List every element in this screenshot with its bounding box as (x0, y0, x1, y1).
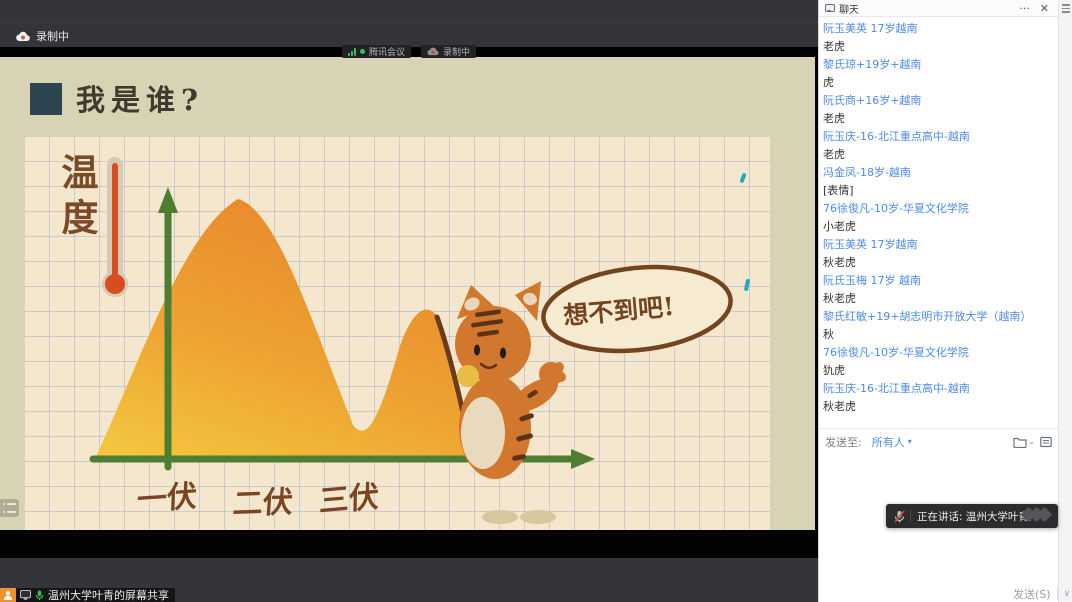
cloud-record-icon (16, 31, 30, 42)
chat-message-text: 秋 (823, 326, 1054, 344)
chat-message-text: 小老虎 (823, 218, 1054, 236)
chat-message: 阮玉美英 17岁越南 秋老虎 (823, 236, 1054, 272)
send-button-divider (1057, 588, 1058, 600)
mountain-shape (95, 199, 473, 459)
slide-title: 我是谁? (76, 77, 204, 119)
chat-message-text: 犰虎 (823, 362, 1054, 380)
chat-message-text: [表情] (823, 182, 1054, 200)
speaking-toast-text: 正在讲话: 温州大学叶青; (917, 509, 1032, 524)
chat-message: 黎氏琼+19岁+越南 虎 (823, 56, 1054, 92)
sharer-avatar (0, 588, 16, 602)
x-axis-label-2: 二伏 (231, 477, 294, 523)
send-to-row: 发送至: 所有人 ▾ ⌄ (819, 428, 1058, 454)
toast-divider (910, 510, 911, 522)
chat-message-list[interactable]: 阮玉美英 17岁越南 老虎 黎氏琼+19岁+越南 虎 阮氏商+16岁+越南 老虎… (819, 17, 1058, 425)
tiger-foot (482, 510, 518, 524)
person-icon (3, 590, 13, 600)
chat-message-text: 秋老虎 (823, 290, 1054, 308)
send-button[interactable]: 发送(S) (1013, 586, 1051, 602)
mic-active-icon (35, 590, 44, 601)
tiger-foot (520, 510, 556, 524)
chat-message-sender: 阮玉庆-16-北江重点高中-越南 (823, 128, 1054, 146)
emoji-picker-button[interactable] (1013, 436, 1027, 448)
overlay-badges: 腾讯会议 录制中 (0, 45, 818, 58)
chat-history-button[interactable] (1040, 436, 1052, 448)
thermometer-icon (112, 163, 118, 279)
chat-message-sender: 阮氏玉梅 17岁 越南 (823, 272, 1054, 290)
meeting-app-badge: 腾讯会议 (342, 45, 411, 58)
mic-muted-icon (894, 510, 905, 523)
chat-message-text: 虎 (823, 74, 1054, 92)
sharer-info-bar: 温州大学叶青的屏幕共享 (0, 588, 175, 602)
recording-badge: 录制中 (421, 45, 476, 58)
chat-message: 76徐俊凡-10岁-华夏文化学院 小老虎 (823, 200, 1054, 236)
chat-message-sender: 阮氏商+16岁+越南 (823, 92, 1054, 110)
chat-message-text: 秋老虎 (823, 254, 1054, 272)
sharer-label-text: 温州大学叶青的屏幕共享 (48, 587, 169, 602)
chat-message: 冯金凤-18岁-越南 [表情] (823, 164, 1054, 200)
menu-icon[interactable] (1062, 4, 1070, 15)
sharer-label-bar: 温州大学叶青的屏幕共享 (16, 588, 175, 602)
chat-header: 聊天 ··· ✕ (819, 0, 1058, 17)
chat-message-text: 秋老虎 (823, 398, 1054, 416)
signal-bars-icon (348, 48, 356, 56)
slide-title-square (30, 83, 62, 115)
chat-panel-title: 聊天 (839, 1, 859, 16)
screen-share-icon (20, 590, 31, 600)
chat-message-text: 老虎 (823, 146, 1054, 164)
meeting-badge-label: 腾讯会议 (369, 45, 405, 58)
speaking-toast: 正在讲话: 温州大学叶青; (886, 504, 1058, 528)
chat-more-button[interactable]: ··· (1016, 2, 1033, 15)
chat-message-sender: 阮玉庆-16-北江重点高中-越南 (823, 380, 1054, 398)
chat-message-sender: 76徐俊凡-10岁-华夏文化学院 (823, 344, 1054, 362)
chat-message: 76徐俊凡-10岁-华夏文化学院 犰虎 (823, 344, 1054, 380)
chat-message-text: 老虎 (823, 38, 1054, 56)
x-axis-label-1: 一伏 (136, 471, 197, 519)
slide-illustration: 温度 想不到吧! 一伏 二伏 三伏 (25, 137, 770, 530)
chat-message: 阮氏玉梅 17岁 越南 秋老虎 (823, 272, 1054, 308)
send-to-label: 发送至: (825, 434, 862, 450)
cloud-record-icon (427, 47, 439, 56)
chat-message-sender: 阮玉美英 17岁越南 (823, 236, 1054, 254)
chevron-down-icon: ▾ (908, 437, 912, 446)
y-axis-arrowhead (158, 187, 178, 213)
chat-message: 阮玉庆-16-北江重点高中-越南 老虎 (823, 128, 1054, 164)
chart-drawing-svg (25, 137, 770, 530)
annotation-toolbar-toggle[interactable] (0, 499, 19, 517)
online-dot-icon (360, 49, 365, 54)
titlebar-divider (0, 22, 818, 23)
chat-message: 阮玉庆-16-北江重点高中-越南 秋老虎 (823, 380, 1054, 416)
thermometer-icon (105, 274, 125, 294)
recording-badge-label: 录制中 (443, 45, 470, 58)
chat-message-sender: 冯金凤-18岁-越南 (823, 164, 1054, 182)
chat-input-area[interactable] (819, 455, 1058, 602)
send-to-selector[interactable]: 所有人 ▾ (872, 434, 912, 450)
chat-message-sender: 阮玉美英 17岁越南 (823, 20, 1054, 38)
chat-message: 阮玉美英 17岁越南 老虎 (823, 20, 1054, 56)
chat-message-text: 老虎 (823, 110, 1054, 128)
shared-slide: 我是谁? (0, 57, 815, 530)
send-options-chevron-icon[interactable]: ∨ (1064, 589, 1071, 599)
chat-message-sender: 黎氏琼+19岁+越南 (823, 56, 1054, 74)
y-axis-label: 温度 (50, 153, 104, 243)
chat-message-sender: 黎氏红敏+19+胡志明市开放大学（越南） (823, 308, 1054, 326)
chat-message-sender: 76徐俊凡-10岁-华夏文化学院 (823, 200, 1054, 218)
x-axis-arrowhead (571, 449, 595, 469)
send-button-group: 发送(S) ∨ (1013, 586, 1070, 602)
chat-close-button[interactable]: ✕ (1037, 2, 1052, 15)
chat-message: 黎氏红敏+19+胡志明市开放大学（越南） 秋 (823, 308, 1054, 344)
chat-icon (825, 4, 835, 12)
chevron-down-icon[interactable]: ⌄ (1028, 437, 1035, 446)
x-axis-label-3: 三伏 (319, 471, 380, 520)
toast-avatars (1026, 509, 1050, 520)
meeting-window: 录制中 腾讯会议 录制中 我是谁? (0, 0, 1072, 602)
side-tab-strip (1058, 0, 1072, 602)
chat-message: 阮氏商+16岁+越南 老虎 (823, 92, 1054, 128)
recording-indicator-label: 录制中 (36, 28, 69, 44)
recording-indicator: 录制中 (16, 28, 69, 44)
main-share-area: 录制中 腾讯会议 录制中 我是谁? (0, 0, 818, 602)
